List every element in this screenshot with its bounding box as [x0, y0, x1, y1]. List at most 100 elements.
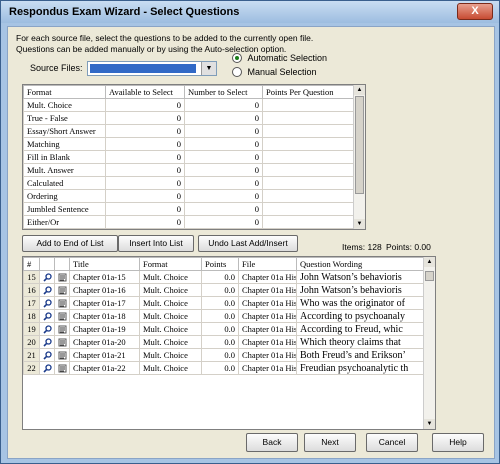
format-row[interactable]: Fill in Blank 0 0 [23, 150, 355, 164]
points-per-question-cell[interactable] [262, 163, 355, 177]
question-row[interactable]: 21 Chapter 01a-21 Mult. Choice 0.0 Chapter 0… [23, 348, 426, 362]
number-col-header[interactable]: Number to Select [184, 85, 263, 99]
points-header[interactable]: Points [201, 257, 239, 271]
title-header[interactable]: Title [69, 257, 140, 271]
row-number-cell[interactable]: 15 [23, 270, 40, 284]
next-button[interactable]: Next [304, 433, 356, 452]
points-per-question-cell[interactable] [262, 150, 355, 164]
question-scroll-thumb[interactable] [425, 271, 434, 281]
automatic-radio[interactable] [232, 53, 242, 63]
row-number-cell[interactable]: 22 [23, 361, 40, 375]
preview-magnifier-icon[interactable] [43, 363, 52, 373]
points-per-question-cell[interactable] [262, 124, 355, 138]
edit-cell[interactable] [54, 322, 70, 336]
row-number-cell[interactable]: 20 [23, 335, 40, 349]
number-to-select-cell[interactable]: 0 [184, 176, 263, 190]
edit-document-icon[interactable] [58, 298, 67, 308]
question-row[interactable]: 15 Chapter 01a-15 Mult. Choice 0.0 Chapter 0… [23, 270, 426, 284]
points-per-question-cell[interactable] [262, 137, 355, 151]
cancel-button[interactable]: Cancel [366, 433, 418, 452]
question-row[interactable]: 22 Chapter 01a-22 Mult. Choice 0.0 Chapter 0… [23, 361, 426, 375]
edit-document-icon[interactable] [58, 363, 67, 373]
row-number-cell[interactable]: 21 [23, 348, 40, 362]
number-to-select-cell[interactable]: 0 [184, 111, 263, 125]
preview-cell[interactable] [39, 322, 55, 336]
points-per-question-cell[interactable] [262, 189, 355, 203]
format-row[interactable]: Either/Or 0 0 [23, 215, 355, 229]
preview-cell[interactable] [39, 296, 55, 310]
format-row[interactable]: Calculated 0 0 [23, 176, 355, 190]
automatic-selection-option[interactable]: Automatic Selection [232, 53, 327, 65]
format-row[interactable]: True - False 0 0 [23, 111, 355, 125]
edit-cell[interactable] [54, 348, 70, 362]
question-row[interactable]: 19 Chapter 01a-19 Mult. Choice 0.0 Chapter 0… [23, 322, 426, 336]
question-row[interactable]: 16 Chapter 01a-16 Mult. Choice 0.0 Chapter 0… [23, 283, 426, 297]
points-per-question-cell[interactable] [262, 202, 355, 216]
number-to-select-cell[interactable]: 0 [184, 189, 263, 203]
format-scrollbar[interactable]: ▲ ▼ [353, 85, 365, 229]
close-button[interactable]: X [457, 3, 493, 20]
edit-document-icon[interactable] [58, 324, 67, 334]
row-number-cell[interactable]: 17 [23, 296, 40, 310]
format-col-header[interactable]: Format [23, 85, 106, 99]
preview-magnifier-icon[interactable] [43, 285, 52, 295]
points-per-question-cell[interactable] [262, 176, 355, 190]
preview-magnifier-icon[interactable] [43, 337, 52, 347]
number-to-select-cell[interactable]: 0 [184, 98, 263, 112]
manual-radio[interactable] [232, 67, 242, 77]
scroll-up-icon[interactable]: ▲ [424, 257, 435, 267]
row-number-cell[interactable]: 16 [23, 283, 40, 297]
add-to-end-button[interactable]: Add to End of List [22, 235, 118, 252]
row-number-cell[interactable]: 18 [23, 309, 40, 323]
preview-cell[interactable] [39, 309, 55, 323]
edit-document-icon[interactable] [58, 272, 67, 282]
insert-into-list-button[interactable]: Insert Into List [118, 235, 194, 252]
edit-cell[interactable] [54, 335, 70, 349]
number-to-select-cell[interactable]: 0 [184, 163, 263, 177]
chevron-down-icon[interactable]: ▼ [201, 62, 216, 75]
number-to-select-cell[interactable]: 0 [184, 124, 263, 138]
number-to-select-cell[interactable]: 0 [184, 202, 263, 216]
help-button[interactable]: Help [432, 433, 484, 452]
question-wording-header[interactable]: Question Wording [296, 257, 426, 271]
edit-document-icon[interactable] [58, 350, 67, 360]
question-row[interactable]: 20 Chapter 01a-20 Mult. Choice 0.0 Chapter 0… [23, 335, 426, 349]
preview-magnifier-icon[interactable] [43, 324, 52, 334]
points-per-question-cell[interactable] [262, 111, 355, 125]
undo-last-button[interactable]: Undo Last Add/Insert [198, 235, 298, 252]
edit-document-icon[interactable] [58, 285, 67, 295]
preview-magnifier-icon[interactable] [43, 272, 52, 282]
manual-selection-option[interactable]: Manual Selection [232, 67, 317, 79]
format-row[interactable]: Essay/Short Answer 0 0 [23, 124, 355, 138]
preview-magnifier-icon[interactable] [43, 350, 52, 360]
scroll-down-icon[interactable]: ▼ [354, 219, 365, 229]
edit-cell[interactable] [54, 361, 70, 375]
question-scrollbar[interactable]: ▲ ▼ [423, 257, 435, 429]
format-scroll-thumb[interactable] [355, 96, 364, 194]
points-per-question-cell[interactable] [262, 215, 355, 229]
preview-cell[interactable] [39, 283, 55, 297]
preview-magnifier-icon[interactable] [43, 298, 52, 308]
preview-cell[interactable] [39, 348, 55, 362]
edit-cell[interactable] [54, 296, 70, 310]
number-to-select-cell[interactable]: 0 [184, 215, 263, 229]
points-per-question-cell[interactable] [262, 98, 355, 112]
scroll-down-icon[interactable]: ▼ [424, 419, 435, 429]
format-row[interactable]: Mult. Choice 0 0 [23, 98, 355, 112]
available-col-header[interactable]: Available to Select [105, 85, 185, 99]
preview-cell[interactable] [39, 270, 55, 284]
format-row[interactable]: Matching 0 0 [23, 137, 355, 151]
back-button[interactable]: Back [246, 433, 298, 452]
number-to-select-cell[interactable]: 0 [184, 137, 263, 151]
scroll-up-icon[interactable]: ▲ [354, 85, 365, 95]
preview-cell[interactable] [39, 335, 55, 349]
source-files-dropdown[interactable]: ▼ [87, 61, 217, 76]
preview-magnifier-icon[interactable] [43, 311, 52, 321]
row-number-cell[interactable]: 19 [23, 322, 40, 336]
edit-document-icon[interactable] [58, 311, 67, 321]
format-row[interactable]: Ordering 0 0 [23, 189, 355, 203]
format-header[interactable]: Format [139, 257, 202, 271]
edit-cell[interactable] [54, 309, 70, 323]
question-row[interactable]: 17 Chapter 01a-17 Mult. Choice 0.0 Chapter 0… [23, 296, 426, 310]
number-header[interactable]: # [23, 257, 40, 271]
